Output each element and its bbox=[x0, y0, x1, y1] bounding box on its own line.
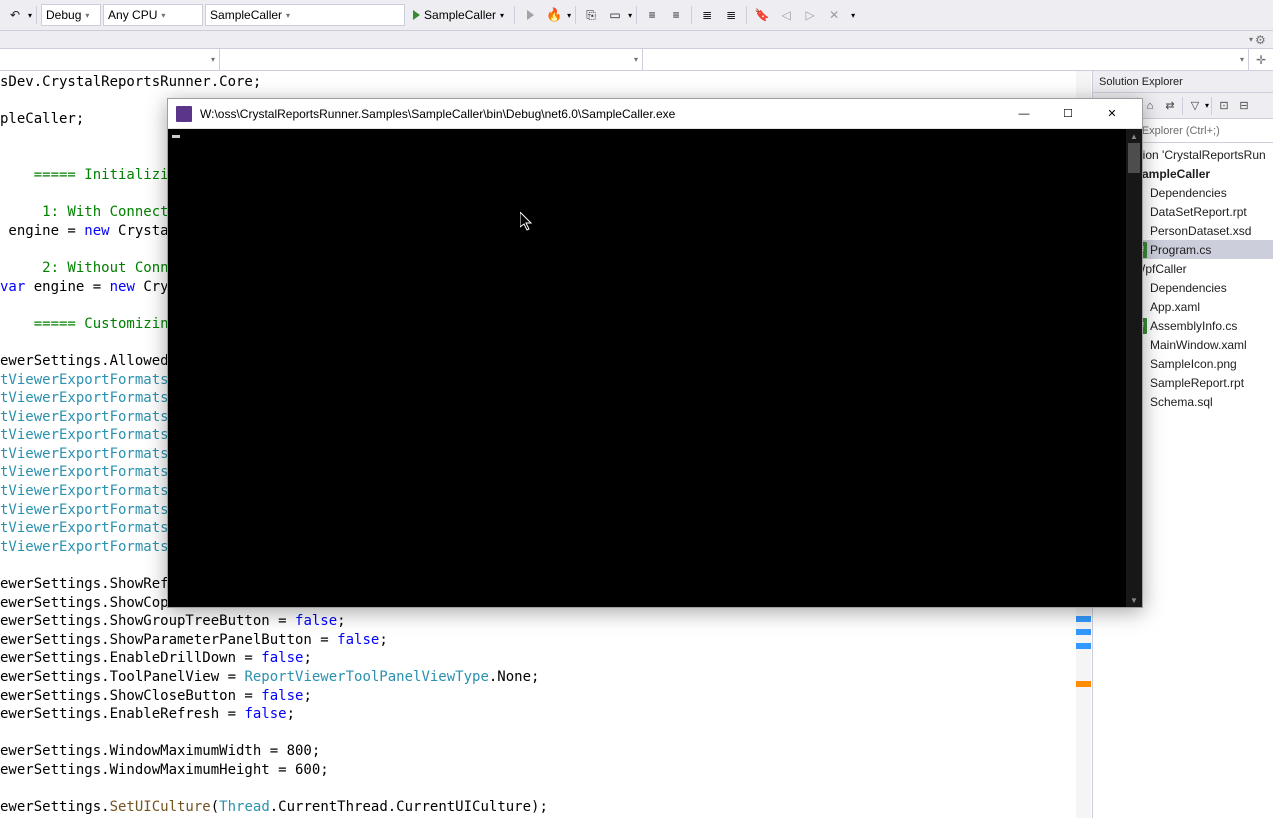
filter-icon[interactable]: ▽ bbox=[1185, 96, 1205, 116]
main-toolbar: ↶ ▾ Debug▾ Any CPU▾ SampleCaller▾ Sample… bbox=[0, 0, 1273, 31]
tb-layout-icon[interactable]: ▭ bbox=[604, 4, 626, 26]
scroll-thumb[interactable] bbox=[1128, 143, 1140, 173]
console-titlebar[interactable]: W:\oss\CrystalReportsRunner.Samples\Samp… bbox=[168, 99, 1142, 129]
tb-comment-icon[interactable]: ≣ bbox=[696, 4, 718, 26]
tab-band: ▾ ⚙ bbox=[0, 31, 1273, 49]
undo-icon[interactable]: ↶ bbox=[4, 4, 26, 26]
scroll-indicator bbox=[1076, 629, 1091, 635]
bookmark-icon[interactable]: 🔖 bbox=[751, 4, 773, 26]
scroll-indicator bbox=[1076, 643, 1091, 649]
minimize-button[interactable]: — bbox=[1002, 99, 1046, 129]
play-icon bbox=[413, 10, 420, 20]
panel-title: Solution Explorer bbox=[1093, 71, 1273, 93]
hot-reload-button[interactable]: 🔥 bbox=[543, 4, 565, 26]
nav-class-dropdown[interactable]: ▾ bbox=[220, 49, 643, 70]
bookmark-next-icon: ▷ bbox=[799, 4, 821, 26]
tb-step-icon[interactable]: ⎘ bbox=[580, 4, 602, 26]
split-editor-button[interactable]: ✛ bbox=[1249, 49, 1273, 70]
config-dropdown[interactable]: Debug▾ bbox=[41, 4, 101, 26]
console-scrollbar[interactable]: ▲ ▼ bbox=[1126, 129, 1142, 607]
scroll-indicator bbox=[1076, 616, 1091, 622]
mouse-cursor-icon bbox=[520, 212, 534, 232]
terminal-cursor bbox=[172, 135, 180, 138]
close-button[interactable]: ✕ bbox=[1090, 99, 1134, 129]
startup-project-dropdown[interactable]: SampleCaller▾ bbox=[205, 4, 405, 26]
start-debug-button[interactable]: SampleCaller ▾ bbox=[407, 4, 510, 26]
console-title-text: W:\oss\CrystalReportsRunner.Samples\Samp… bbox=[200, 107, 1002, 121]
bookmark-prev-icon: ◁ bbox=[775, 4, 797, 26]
scroll-indicator bbox=[1076, 681, 1091, 687]
sync-icon[interactable]: ⊡ bbox=[1214, 96, 1234, 116]
home-icon[interactable]: ⌂ bbox=[1140, 96, 1160, 116]
console-body[interactable] bbox=[168, 129, 1142, 607]
start-nodebug-button[interactable] bbox=[519, 4, 541, 26]
tb-outdent-icon[interactable]: ≡ bbox=[665, 4, 687, 26]
scroll-down-icon[interactable]: ▼ bbox=[1126, 593, 1142, 607]
maximize-button[interactable]: ☐ bbox=[1046, 99, 1090, 129]
scroll-up-icon[interactable]: ▲ bbox=[1126, 129, 1142, 143]
collapse-icon[interactable]: ⊟ bbox=[1234, 96, 1254, 116]
nav-project-dropdown[interactable]: ▾ bbox=[0, 49, 220, 70]
platform-dropdown[interactable]: Any CPU▾ bbox=[103, 4, 203, 26]
console-window: W:\oss\CrystalReportsRunner.Samples\Samp… bbox=[167, 98, 1143, 608]
app-icon bbox=[176, 106, 192, 122]
gear-icon[interactable]: ⚙ bbox=[1255, 33, 1269, 47]
switch-views-icon[interactable]: ⇄ bbox=[1160, 96, 1180, 116]
tb-indent-icon[interactable]: ≡ bbox=[641, 4, 663, 26]
overflow-arrow-icon[interactable]: ▾ bbox=[1249, 35, 1253, 44]
tb-uncomment-icon[interactable]: ≣ bbox=[720, 4, 742, 26]
bookmark-clear-icon: ✕ bbox=[823, 4, 845, 26]
code-nav-bar: ▾ ▾ ▾ ✛ bbox=[0, 49, 1273, 71]
nav-member-dropdown[interactable]: ▾ bbox=[643, 49, 1249, 70]
